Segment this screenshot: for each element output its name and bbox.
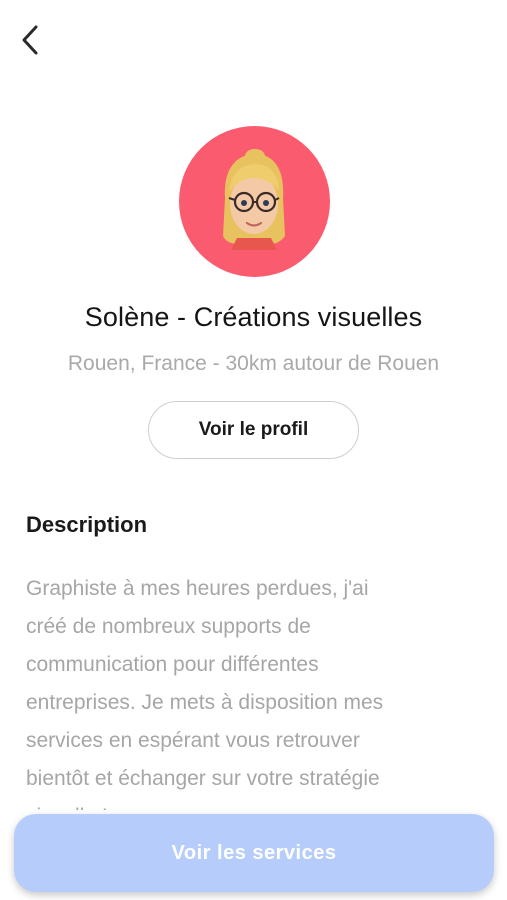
description-title: Description bbox=[26, 512, 148, 537]
back-button[interactable] bbox=[12, 20, 48, 60]
view-services-button[interactable]: Voir les services bbox=[14, 814, 494, 892]
description-text: Graphiste à mes heures perdues, j'ai cré… bbox=[26, 570, 486, 810]
description-line: services en espérant vous retrouver bbox=[26, 729, 360, 752]
description-line: communication pour différentes bbox=[26, 653, 319, 676]
description-line: visuelle ! bbox=[26, 798, 486, 810]
memoji-avatar-icon bbox=[223, 149, 285, 250]
avatar bbox=[179, 126, 330, 277]
profile-location: Rouen, France - 30km autour de Rouen bbox=[67, 352, 440, 375]
profile-name: Solène - Créations visuelles bbox=[84, 302, 423, 332]
description-line: entreprises. Je mets à disposition mes bbox=[26, 691, 384, 714]
description-line: créé de nombreux supports de bbox=[26, 615, 311, 638]
view-profile-button[interactable]: Voir le profil bbox=[148, 401, 359, 459]
description-line: bientôt et échanger sur votre stratégie bbox=[26, 767, 380, 790]
description-line: Graphiste à mes heures perdues, j'ai bbox=[26, 577, 369, 600]
chevron-left-icon bbox=[22, 25, 38, 55]
